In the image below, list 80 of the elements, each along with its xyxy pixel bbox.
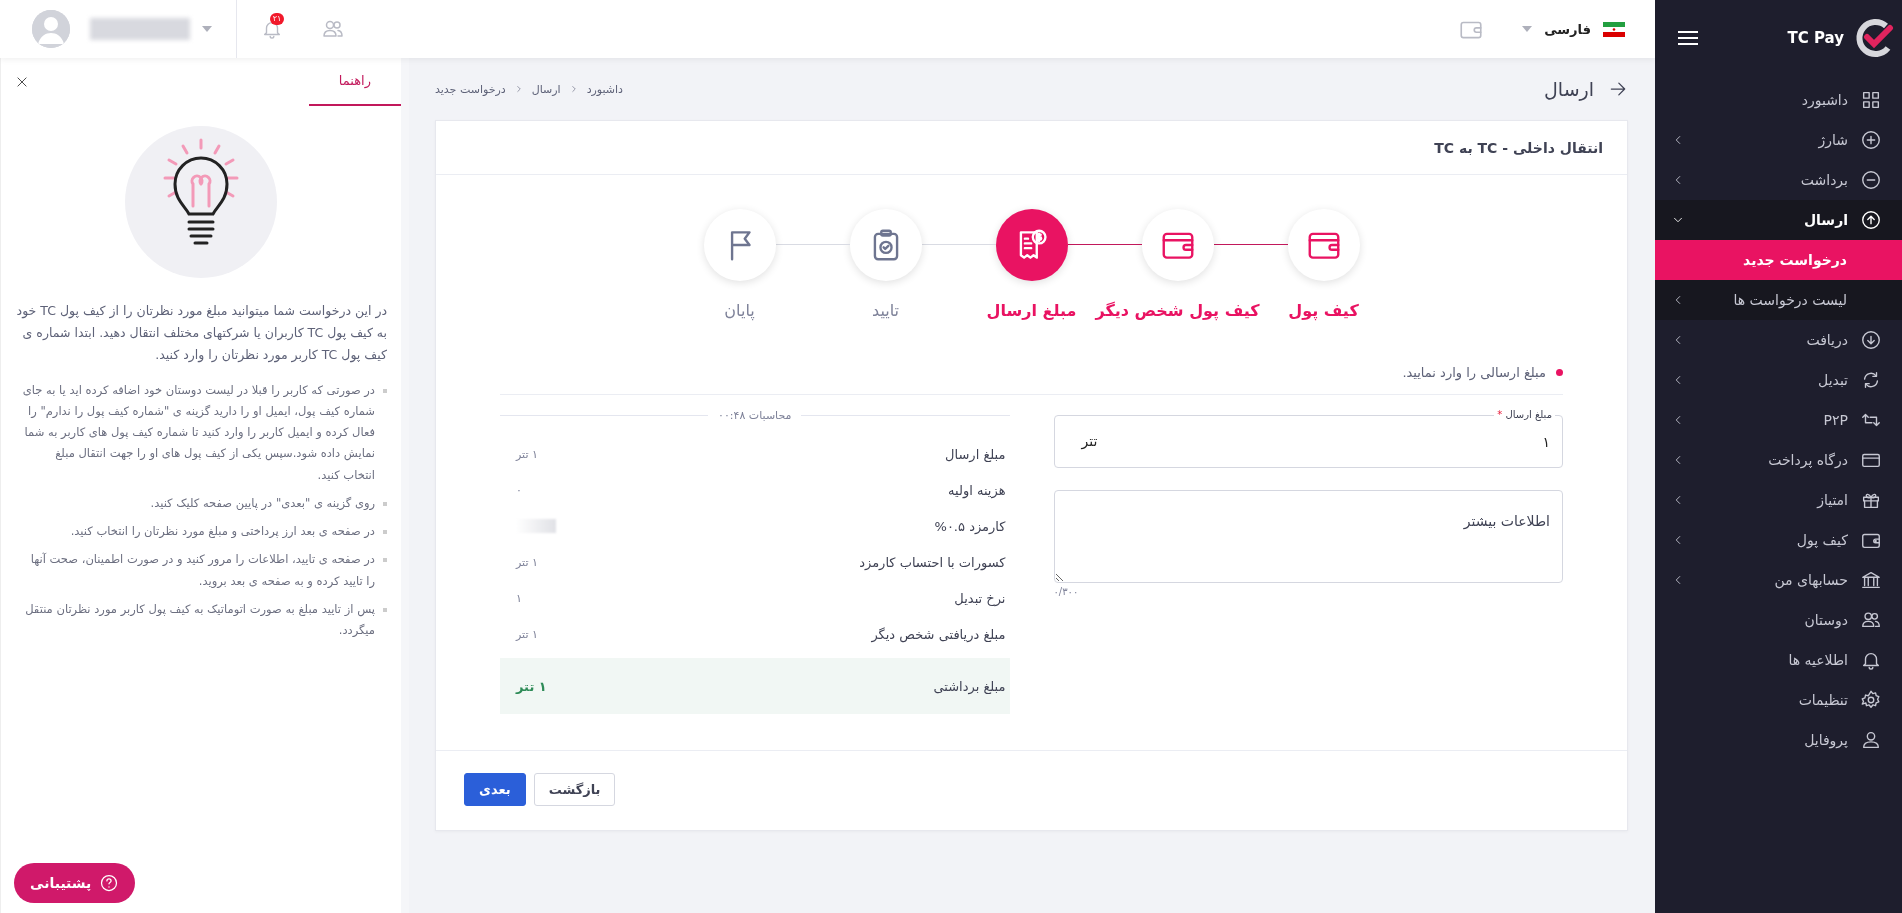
calc-value: ۱ تتر — [516, 447, 538, 461]
sidebar-item[interactable]: کیف پول — [1655, 520, 1902, 560]
sidebar-item[interactable]: تبدیل — [1655, 360, 1902, 400]
bullet-icon — [383, 501, 387, 506]
sidebar-item[interactable]: برداشت — [1655, 160, 1902, 200]
back-button[interactable]: بازگشت — [533, 773, 616, 806]
unit-label: تتر — [1081, 432, 1098, 451]
minus-circle-icon — [1860, 169, 1882, 191]
calc-label: مبلغ ارسال — [945, 446, 1006, 462]
calc-value: ۱ — [516, 591, 522, 605]
notes-field[interactable]: اطلاعات بیشتر — [1053, 490, 1563, 583]
sidebar-item[interactable]: درگاه پرداخت — [1655, 440, 1902, 480]
help-tab[interactable]: راهنما — [308, 58, 401, 106]
sidebar-item[interactable]: پروفایل — [1655, 720, 1902, 760]
sidebar-item[interactable]: ارسال — [1655, 200, 1902, 240]
bank-icon — [1860, 569, 1882, 591]
sidebar-item[interactable]: اطلاعیه ها — [1655, 640, 1902, 680]
grid-icon — [1860, 89, 1882, 111]
calc-value: ۱ تتر — [516, 555, 538, 569]
bullet-icon — [383, 388, 387, 393]
field-label: مبلغ ارسال * — [1494, 408, 1555, 422]
up-arrow-circle-icon — [1860, 209, 1882, 231]
calc-title: محاسبات ۰۰:۴۸ — [718, 409, 792, 422]
submenu-item[interactable]: درخواست جدید — [1655, 240, 1902, 280]
breadcrumb-link[interactable]: ارسال — [531, 82, 561, 96]
sidebar-item[interactable]: امتیاز — [1655, 480, 1902, 520]
step-label: کیف پول شخص دیگر — [1095, 301, 1260, 320]
breadcrumb-current: درخواست جدید — [435, 82, 506, 96]
calc-label: مبلغ برداشتی — [933, 678, 1006, 694]
help-bullet-text: در صورتی که کاربر را قبلا در لیست دوستان خود اضافه کرده اید یا به جای شماره کیف پول، ایمیل او را دارید گزینه ی "شماره کیف پول را ندارم" را فعال کرده و ایمیل کاربر را وارد کنید تا شماره کیف پول های کاربر به شما نمایش داده شود.سپس یکی از کیف پول های او را جهت انتقال مبلغ انتخاب کنید. — [21, 381, 375, 484]
help-bullet-text: پس از تایید مبلغ به صورت اتوماتیک به کیف پول کاربر مورد نظرتان منتقل میگردد. — [24, 601, 375, 640]
calc-value: ۰ — [516, 483, 522, 497]
calc-value: ۱ تتر — [516, 678, 547, 694]
bullet-icon — [383, 530, 387, 535]
sidebar-item[interactable]: دریافت — [1655, 320, 1902, 360]
instruction-text: مبلغ ارسالی را وارد نمایید. — [1402, 365, 1546, 380]
menu-icon[interactable] — [1677, 30, 1699, 46]
sidebar-item[interactable]: داشبورد — [1655, 80, 1902, 120]
caret-icon — [202, 25, 212, 33]
sidebar-item[interactable]: شارژ — [1655, 120, 1902, 160]
submenu-item[interactable]: لیست درخواست ها — [1655, 280, 1902, 320]
notification-badge: ۲۱ — [270, 13, 284, 25]
sidebar-item[interactable]: P۲P — [1655, 400, 1902, 440]
bullet-icon — [383, 608, 387, 612]
breadcrumb-link[interactable]: داشبورد — [586, 82, 623, 96]
help-paragraph: در این درخواست شما میتوانید مبلغ مورد نظرتان را از کیف پول TC خود به کیف پول TC کاربران یا شرکتهای مختلف انتقال دهید. ابتدا شماره ی کیف پول TC کاربر مورد نظرتان را وارد کنید. — [15, 302, 388, 365]
user-icon — [1860, 729, 1882, 751]
support-button[interactable]: پشتیبانی — [14, 863, 136, 903]
step-label: تایید — [872, 301, 899, 320]
calc-value: ۱ تتر — [516, 627, 538, 641]
next-button[interactable]: بعدی — [464, 773, 526, 806]
plus-circle-icon — [1860, 129, 1882, 151]
calc-label: مبلغ دریافتی شخص دیگر — [871, 626, 1006, 642]
char-counter: ۰/۳۰۰ — [1053, 586, 1079, 597]
flag-icon — [1603, 21, 1625, 37]
calc-label: کسورات با احتساب کارمزد — [859, 554, 1006, 570]
step-label: کیف پول — [1288, 301, 1359, 320]
help-bullet-text: روی گزینه ی "بعدی" در پایین صفحه کلیک کنید. — [150, 494, 375, 512]
checkmark-logo — [1854, 18, 1894, 58]
sidebar-item[interactable]: تنظیمات — [1655, 680, 1902, 720]
step-label: مبلغ ارسال — [986, 301, 1077, 320]
calc-label: کارمزد ۰.۵% — [934, 518, 1006, 534]
help-bullet-text: در صفحه ی بعد ارز پرداختی و مبلغ مورد نظرتان را انتخاب کنید. — [70, 523, 375, 541]
close-icon — [15, 75, 29, 89]
sidebar-item[interactable]: دوستان — [1655, 600, 1902, 640]
calc-label: نرخ تبدیل — [954, 590, 1006, 606]
bullet-icon — [383, 558, 387, 563]
page-title: ارسال — [1544, 78, 1594, 100]
question-circle-icon — [99, 873, 120, 893]
caret-icon — [1522, 25, 1533, 33]
sidebar-item[interactable]: حسابهای من — [1655, 560, 1902, 600]
settings-icon — [1860, 689, 1882, 711]
brand-name: TC Pay — [1786, 29, 1844, 47]
help-bullet-text: در صفحه ی تایید، اطلاعات را مرور کنید و در صورت اطمینان، صحت آنها را تایید کرده و به صفحه ی بعد بروید. — [29, 551, 375, 590]
language-selector[interactable]: فارسی — [1544, 21, 1591, 37]
calc-label: هزینه اولیه — [948, 482, 1006, 498]
card-title: انتقال داخلی - TC به TC — [1434, 139, 1603, 156]
down-arrow-circle-icon — [1860, 329, 1882, 351]
bullet-icon — [1556, 369, 1563, 376]
step-label: پایان — [724, 301, 755, 320]
